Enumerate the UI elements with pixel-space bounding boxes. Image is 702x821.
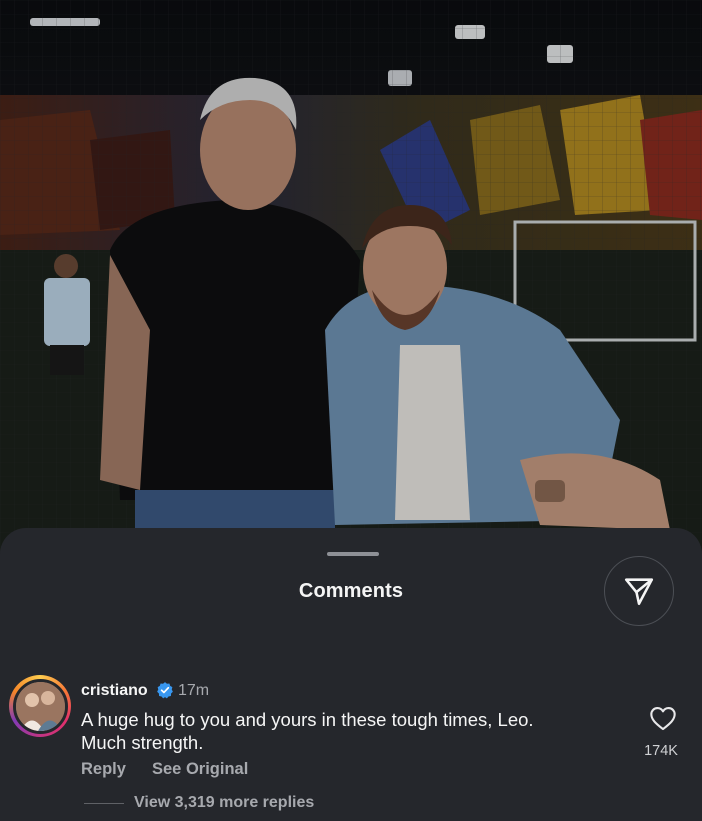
like-count: 174K: [644, 743, 678, 759]
send-icon: [624, 578, 654, 606]
comment-text: A huge hug to you and yours in these tou…: [81, 708, 611, 754]
comment-username[interactable]: cristiano: [81, 682, 148, 700]
sheet-title: Comments: [298, 580, 404, 602]
view-more-replies-button[interactable]: View 3,319 more replies: [134, 794, 314, 812]
comment-item: cristiano 17m A huge hug to you and your…: [0, 668, 702, 818]
comment-timestamp: 17m: [178, 682, 210, 699]
comments-sheet: Comments cristiano 17m A huge hug to you…: [0, 528, 702, 821]
like-button[interactable]: [649, 705, 677, 736]
comment-text-line: Much strength.: [81, 732, 204, 753]
sheet-drag-handle[interactable]: [327, 552, 379, 556]
avatar: [12, 678, 68, 734]
replies-divider: [84, 803, 124, 804]
see-original-button[interactable]: See Original: [152, 760, 248, 779]
heart-icon: [650, 707, 676, 731]
avatar-image: [15, 681, 65, 731]
avatar-story-ring[interactable]: [9, 675, 71, 737]
photo-illustration: [0, 0, 702, 560]
reply-button[interactable]: Reply: [81, 760, 126, 779]
comment-text-line: A huge hug to you and yours in these tou…: [81, 709, 534, 730]
share-button[interactable]: [604, 556, 674, 626]
post-photo: [0, 0, 702, 560]
verified-badge-icon: [156, 681, 174, 704]
